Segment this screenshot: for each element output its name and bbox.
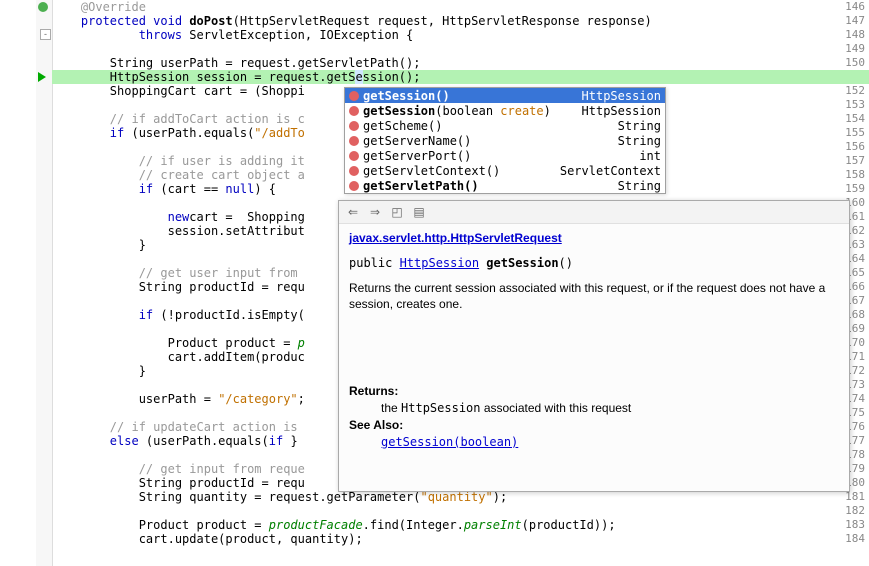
completion-item[interactable]: getServletPath() String [345, 178, 665, 193]
line-number-gutter [0, 0, 37, 566]
code-line: protected void doPost(HttpServletRequest… [52, 14, 652, 28]
completion-item[interactable]: getSession() HttpSession [345, 88, 665, 103]
method-bullet-icon [349, 181, 359, 191]
javadoc-description: Returns the current session associated w… [349, 280, 839, 314]
completion-return-type: String [618, 134, 661, 148]
code-line: } [52, 238, 146, 252]
code-line: session.setAttribut [52, 224, 305, 238]
open-in-window-icon[interactable]: ◰ [389, 204, 405, 220]
javadoc-body: javax.servlet.http.HttpServletRequest pu… [339, 224, 849, 460]
code-line: // get user input from [52, 266, 305, 280]
code-line: cart.update(product, quantity); [52, 532, 363, 546]
code-line: // if updateCart action is [52, 420, 305, 434]
completion-label: getSession(boolean create) [363, 104, 570, 118]
javadoc-returns-code: HttpSession [401, 401, 480, 415]
execution-point-icon[interactable] [38, 72, 48, 82]
code-editor: 1461471481491501511521531541551561571581… [0, 0, 869, 566]
javadoc-method-name: getSession [486, 256, 558, 270]
method-bullet-icon [349, 121, 359, 131]
code-line: String userPath = request.getServletPath… [52, 56, 420, 70]
code-line: String productId = requ [52, 280, 305, 294]
code-line: // if user is adding it [52, 154, 305, 168]
code-completion-popup[interactable]: getSession()HttpSessiongetSession(boolea… [344, 87, 666, 194]
code-line: HttpSession session = request.getSession… [52, 70, 420, 84]
javadoc-return-type-link[interactable]: HttpSession [400, 256, 479, 270]
annotation-gutter [36, 0, 53, 566]
completion-item[interactable]: getServerName() String [345, 133, 665, 148]
javadoc-sig-modifier: public [349, 256, 400, 270]
override-glyph-icon[interactable] [38, 2, 48, 12]
method-bullet-icon [349, 91, 359, 101]
code-line: String quantity = request.getParameter("… [52, 490, 507, 504]
javadoc-popup[interactable]: ⇐ ⇒ ◰ ▤ javax.servlet.http.HttpServletRe… [338, 200, 850, 492]
javadoc-returns-pre: the [381, 401, 401, 415]
javadoc-sig-suffix: () [559, 256, 573, 270]
back-arrow-icon[interactable]: ⇐ [345, 204, 361, 220]
javadoc-see-also-heading: See Also: [349, 417, 839, 434]
javadoc-returns-post: associated with this request [481, 401, 632, 415]
completion-item[interactable]: getScheme() String [345, 118, 665, 133]
javadoc-see-also-link[interactable]: getSession(boolean) [381, 435, 518, 449]
code-line: String productId = requ [52, 476, 305, 490]
open-in-browser-icon[interactable]: ▤ [411, 204, 427, 220]
method-bullet-icon [349, 106, 359, 116]
code-line: // get input from reque [52, 462, 305, 476]
code-line: userPath = "/category"; [52, 392, 305, 406]
code-line: throws ServletException, IOException { [52, 28, 413, 42]
code-line: Product product = productFacade.find(Int… [52, 518, 616, 532]
completion-label: getServletContext() [363, 164, 548, 178]
code-line: @Override [52, 0, 146, 14]
code-line: else (userPath.equals(if } [52, 434, 305, 448]
completion-label: getServerPort() [363, 149, 627, 163]
code-line: ShoppingCart cart = (Shoppi [52, 84, 305, 98]
javadoc-class-link[interactable]: javax.servlet.http.HttpServletRequest [349, 231, 562, 245]
completion-item[interactable]: getServerPort() int [345, 148, 665, 163]
code-line: if (userPath.equals("/addTo [52, 126, 305, 140]
completion-item[interactable]: getSession(boolean create) HttpSession [345, 103, 665, 118]
completion-label: getServerName() [363, 134, 606, 148]
code-line: if (cart == null) { [52, 182, 276, 196]
completion-label: getSession() [363, 89, 570, 103]
javadoc-toolbar: ⇐ ⇒ ◰ ▤ [339, 201, 849, 224]
code-line: } [52, 364, 146, 378]
completion-return-type: ServletContext [560, 164, 661, 178]
code-line: // create cart object a [52, 168, 305, 182]
code-line: // if addToCart action is c [52, 112, 305, 126]
code-line: newcart = Shopping [52, 210, 305, 224]
code-line: if (!productId.isEmpty( [52, 308, 305, 322]
method-bullet-icon [349, 136, 359, 146]
fold-toggle-icon[interactable]: - [40, 29, 51, 40]
method-bullet-icon [349, 151, 359, 161]
completion-return-type: HttpSession [582, 89, 661, 103]
forward-arrow-icon[interactable]: ⇒ [367, 204, 383, 220]
completion-label: getServletPath() [363, 179, 606, 193]
completion-item[interactable]: getServletContext() ServletContext [345, 163, 665, 178]
method-bullet-icon [349, 166, 359, 176]
completion-label: getScheme() [363, 119, 606, 133]
completion-return-type: HttpSession [582, 104, 661, 118]
completion-return-type: String [618, 119, 661, 133]
javadoc-returns-heading: Returns: [349, 383, 839, 400]
code-line: Product product = p [52, 336, 305, 350]
completion-return-type: String [618, 179, 661, 193]
completion-return-type: int [639, 149, 661, 163]
code-line: cart.addItem(produc [52, 350, 305, 364]
